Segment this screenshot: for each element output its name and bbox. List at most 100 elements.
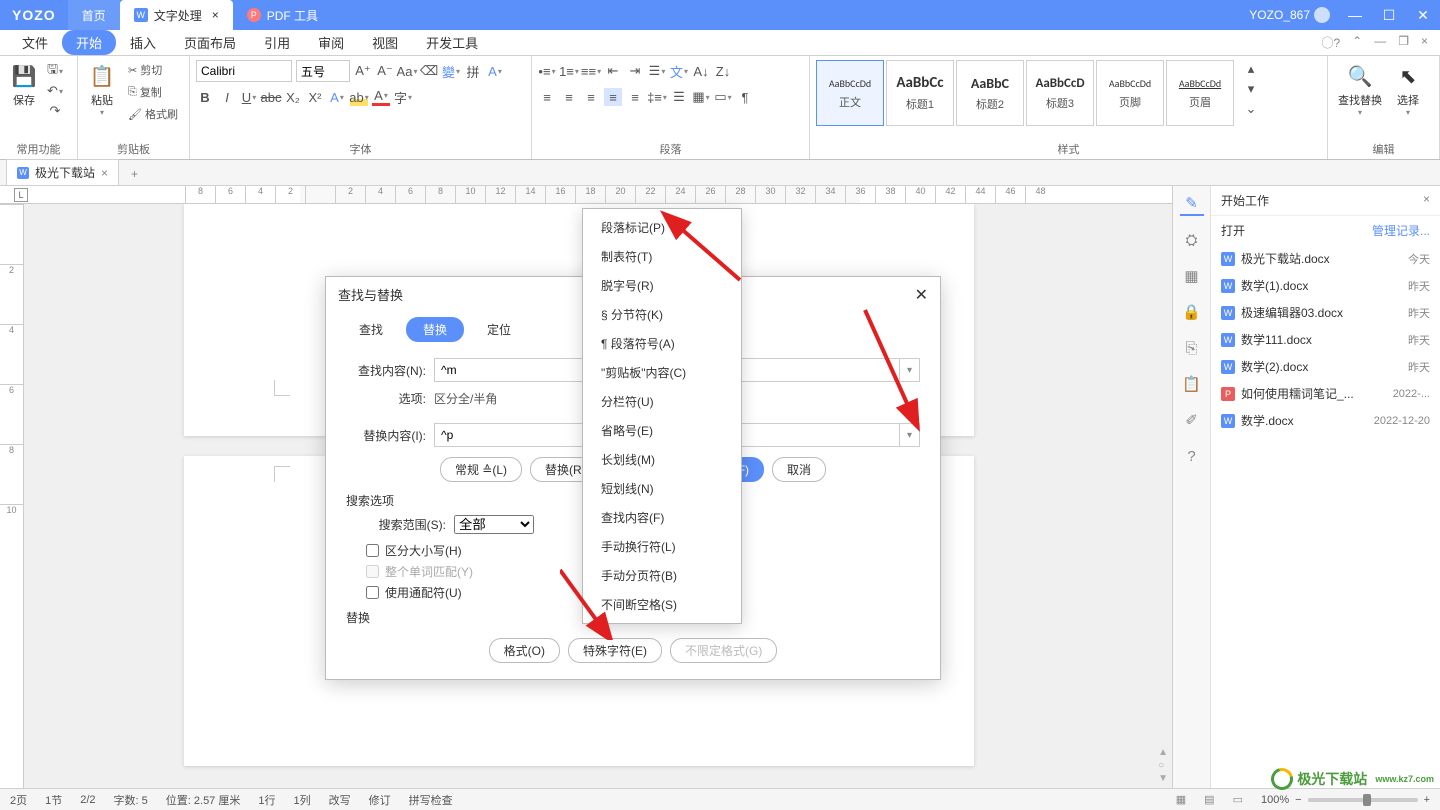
status-wordcount[interactable]: 字数: 5 bbox=[114, 792, 148, 808]
char-border-icon[interactable]: 拼 bbox=[464, 62, 482, 80]
style-item[interactable]: AaBbCcDd页脚 bbox=[1096, 60, 1164, 126]
clear-format-icon[interactable]: ⌫ bbox=[420, 62, 438, 80]
clipboard-icon[interactable]: 📋 bbox=[1180, 372, 1204, 396]
spacing-icon[interactable]: ☰ bbox=[648, 62, 666, 80]
menu-insert[interactable]: 插入 bbox=[116, 30, 170, 55]
strike-icon[interactable]: abc bbox=[262, 88, 280, 106]
recent-file-item[interactable]: W数学(1).docx昨天 bbox=[1221, 272, 1430, 299]
settings-icon[interactable]: ⛭ bbox=[1180, 228, 1204, 252]
borders-icon[interactable]: ▭ bbox=[714, 88, 732, 106]
menu-item[interactable]: 查找内容(F) bbox=[583, 503, 741, 532]
menu-view[interactable]: 视图 bbox=[358, 30, 412, 55]
noformat-button[interactable]: 不限定格式(G) bbox=[670, 638, 777, 663]
style-item[interactable]: AaBbC标题2 bbox=[956, 60, 1024, 126]
menu-item[interactable]: 不间断空格(S) bbox=[583, 590, 741, 619]
save-button[interactable]: 💾 保存 bbox=[6, 60, 42, 110]
grow-font-icon[interactable]: A⁺ bbox=[354, 62, 372, 80]
menu-item[interactable]: 段落标记(P) bbox=[583, 213, 741, 242]
select-button[interactable]: ⬉ 选择 ▾ bbox=[1390, 60, 1426, 119]
tab-pdf[interactable]: P PDF 工具 bbox=[233, 0, 332, 30]
tab-word[interactable]: W 文字处理 × bbox=[120, 0, 233, 30]
scroll-up-icon[interactable]: ▲ bbox=[1158, 747, 1168, 758]
styles-gallery[interactable]: AaBbCcDd正文AaBbCc标题1AaBbC标题2AaBbCcD标题3AaB… bbox=[816, 60, 1234, 126]
recent-file-item[interactable]: W极光下载站.docx今天 bbox=[1221, 245, 1430, 272]
menu-pagelayout[interactable]: 页面布局 bbox=[170, 30, 250, 55]
collapse-ribbon-icon[interactable]: ⌃ bbox=[1348, 34, 1366, 51]
close-doc-icon[interactable]: × bbox=[101, 166, 108, 180]
numbering-icon[interactable]: 1≡ bbox=[560, 62, 578, 80]
font-color-icon[interactable]: A bbox=[372, 88, 390, 106]
add-tab-button[interactable]: + bbox=[121, 163, 148, 185]
zoom-in-icon[interactable]: + bbox=[1424, 794, 1430, 806]
style-item[interactable]: AaBbCcD标题3 bbox=[1026, 60, 1094, 126]
charbox-icon[interactable]: 字 bbox=[394, 88, 412, 106]
menu-devtools[interactable]: 开发工具 bbox=[412, 30, 492, 55]
font-size-combo[interactable] bbox=[296, 60, 350, 82]
horizontal-ruler[interactable]: L 86422468101214161820222426283032343638… bbox=[0, 186, 1172, 204]
copy-button[interactable]: ⎘复制 bbox=[124, 82, 182, 102]
minimize-child-icon[interactable]: — bbox=[1370, 34, 1390, 51]
view-outline-icon[interactable]: ▤ bbox=[1204, 793, 1214, 806]
recent-file-item[interactable]: W数学111.docx昨天 bbox=[1221, 326, 1430, 353]
search-range-select[interactable]: 全部 bbox=[454, 515, 534, 534]
style-item[interactable]: AaBbCcDd正文 bbox=[816, 60, 884, 126]
help-icon[interactable]: ? bbox=[1180, 444, 1204, 468]
font-name-combo[interactable] bbox=[196, 60, 292, 82]
phonetic-icon[interactable]: 變 bbox=[442, 62, 460, 80]
advanced-button[interactable]: 常规 ≙(L) bbox=[440, 457, 522, 482]
menu-item[interactable]: 制表符(T) bbox=[583, 242, 741, 271]
tab-goto[interactable]: 定位 bbox=[470, 317, 528, 342]
align-center-icon[interactable]: ≡ bbox=[560, 88, 578, 106]
find-replace-button[interactable]: 🔍 查找替换 ▾ bbox=[1334, 60, 1386, 119]
status-spell[interactable]: 拼写检查 bbox=[409, 792, 453, 808]
highlight-icon[interactable]: ab bbox=[350, 88, 368, 106]
status-edit[interactable]: 修订 bbox=[369, 792, 391, 808]
styles-scroll-down-icon[interactable]: ▾ bbox=[1242, 80, 1260, 98]
menu-item[interactable]: 长划线(M) bbox=[583, 445, 741, 474]
user-account[interactable]: YOZO_867 bbox=[1241, 7, 1338, 23]
decrease-indent-icon[interactable]: ⇤ bbox=[604, 62, 622, 80]
increase-indent-icon[interactable]: ⇥ bbox=[626, 62, 644, 80]
menu-item[interactable]: 短划线(N) bbox=[583, 474, 741, 503]
textdir-icon[interactable]: 文 bbox=[670, 62, 688, 80]
styles-expand-icon[interactable]: ⌄ bbox=[1242, 100, 1260, 118]
pen-icon[interactable]: ✎ bbox=[1180, 192, 1204, 216]
view-web-icon[interactable]: ▭ bbox=[1233, 793, 1243, 806]
linespacing-icon[interactable]: ‡≡ bbox=[648, 88, 666, 106]
menu-start[interactable]: 开始 bbox=[62, 30, 116, 55]
format-button[interactable]: 格式(O) bbox=[489, 638, 560, 663]
sort2-icon[interactable]: Z↓ bbox=[714, 62, 732, 80]
char-shading-icon[interactable]: A bbox=[486, 62, 504, 80]
save-as-dropdown[interactable]: 🖫 bbox=[46, 62, 64, 80]
layout-icon[interactable]: ▦ bbox=[1180, 264, 1204, 288]
redo-button[interactable]: ↷ bbox=[46, 102, 64, 120]
multilevel-icon[interactable]: ≡≡ bbox=[582, 62, 600, 80]
distribute-icon[interactable]: ≡ bbox=[626, 88, 644, 106]
menu-item[interactable]: 手动换行符(L) bbox=[583, 532, 741, 561]
menu-item[interactable]: 省略号(E) bbox=[583, 416, 741, 445]
menu-item[interactable]: ¶ 段落符号(A) bbox=[583, 329, 741, 358]
status-section[interactable]: 1节 bbox=[45, 792, 62, 808]
menu-item[interactable]: 分栏符(U) bbox=[583, 387, 741, 416]
copy-panel-icon[interactable]: ⎘ bbox=[1180, 336, 1204, 360]
lock-icon[interactable]: 🔒 bbox=[1180, 300, 1204, 324]
showmarks-icon[interactable]: ☰ bbox=[670, 88, 688, 106]
replace-dropdown-icon[interactable]: ▾ bbox=[900, 423, 920, 447]
close-panel-icon[interactable]: × bbox=[1423, 192, 1430, 209]
cancel-button[interactable]: 取消 bbox=[772, 457, 826, 482]
format-painter-button[interactable]: 🖌格式刷 bbox=[124, 104, 182, 124]
manage-records-link[interactable]: 管理记录... bbox=[1372, 222, 1430, 239]
styles-scroll-up-icon[interactable]: ▴ bbox=[1242, 60, 1260, 78]
close-button[interactable]: ✕ bbox=[1406, 7, 1440, 24]
menu-item[interactable]: 手动分页符(B) bbox=[583, 561, 741, 590]
find-dropdown-icon[interactable]: ▾ bbox=[900, 358, 920, 382]
tab-find[interactable]: 查找 bbox=[342, 317, 400, 342]
shading-icon[interactable]: ▦ bbox=[692, 88, 710, 106]
recent-file-item[interactable]: W数学(2).docx昨天 bbox=[1221, 353, 1430, 380]
status-pagepos[interactable]: 2/2 bbox=[80, 794, 95, 806]
menu-item[interactable]: "剪贴板"内容(C) bbox=[583, 358, 741, 387]
paste-button[interactable]: 📋 粘贴 ▾ bbox=[84, 60, 120, 119]
cut-button[interactable]: ✂剪切 bbox=[124, 60, 182, 80]
subscript-icon[interactable]: X₂ bbox=[284, 88, 302, 106]
special-char-button[interactable]: 特殊字符(E) bbox=[568, 638, 662, 663]
